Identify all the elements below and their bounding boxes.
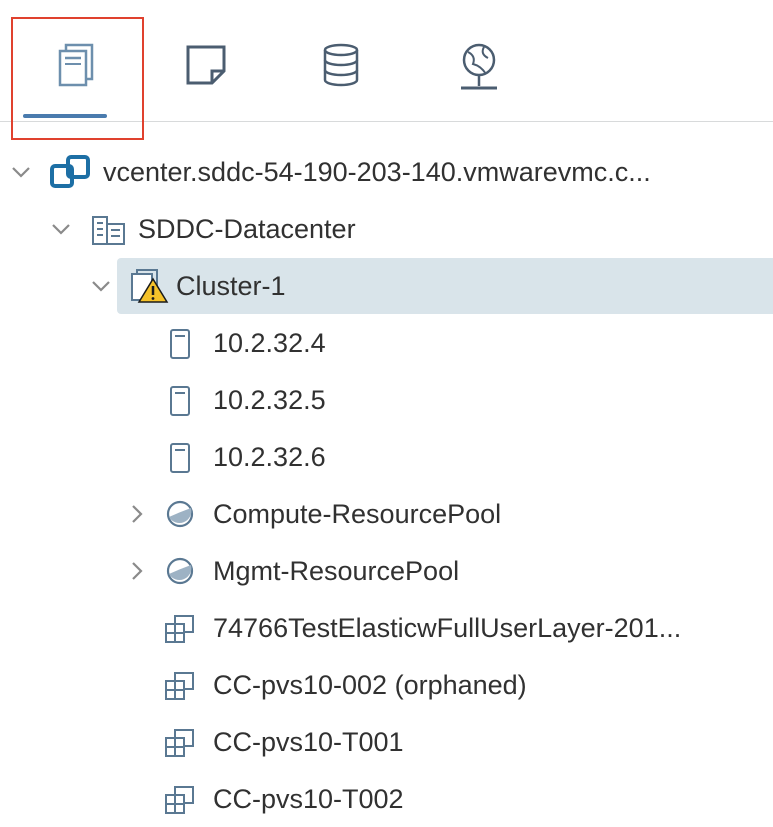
tree-node-datacenter[interactable]: SDDC-Datacenter (0, 201, 773, 257)
tree-node-resource-pool[interactable]: Mgmt-ResourcePool (0, 543, 773, 599)
vm-icon (165, 729, 194, 757)
vcenter-icon (50, 155, 90, 188)
tree-node-vm[interactable]: CC-pvs10-002 (orphaned) (0, 657, 773, 713)
tree-node-vm[interactable]: CC-pvs10-T001 (0, 714, 773, 770)
hosts-clusters-icon (58, 43, 94, 87)
tree-node-label: CC-pvs10-T002 (213, 784, 404, 814)
tree-node-vm[interactable]: CC-pvs10-T002 (0, 771, 773, 827)
tree-node-label: 10.2.32.4 (213, 328, 326, 358)
tree-node-resource-pool[interactable]: Compute-ResourcePool (0, 486, 773, 542)
tree-node-label: 74766TestElasticwFullUserLayer-201... (213, 613, 682, 643)
vm-icon (165, 615, 194, 643)
tree-node-label: Cluster-1 (176, 271, 286, 301)
chevron-down-icon[interactable] (90, 258, 112, 314)
vm-template-icon (186, 45, 226, 85)
tab-vms-and-templates[interactable] (141, 18, 271, 122)
tab-bar-divider (0, 121, 773, 122)
host-icon (170, 386, 190, 416)
tree-node-label: SDDC-Datacenter (138, 214, 356, 244)
tree-node-label: CC-pvs10-T001 (213, 727, 404, 757)
tree-node-host[interactable]: 10.2.32.6 (0, 429, 773, 485)
tree-node-label: Compute-ResourcePool (213, 499, 502, 529)
chevron-down-icon[interactable] (10, 144, 32, 200)
chevron-down-icon[interactable] (50, 201, 72, 257)
vm-icon (165, 786, 194, 814)
cluster-warning-icon (131, 269, 169, 303)
host-icon (170, 443, 190, 473)
tab-networking[interactable] (414, 18, 544, 122)
active-tab-indicator (23, 114, 107, 118)
tree-node-vcenter[interactable]: vcenter.sddc-54-190-203-140.vmwarevmc.c.… (0, 144, 773, 200)
chevron-right-icon[interactable] (126, 486, 148, 542)
tree-node-label: vcenter.sddc-54-190-203-140.vmwarevmc.c.… (103, 157, 651, 187)
tree-node-label: CC-pvs10-002 (orphaned) (213, 670, 527, 700)
tree-node-label: 10.2.32.5 (213, 385, 326, 415)
resource-pool-icon (166, 500, 194, 528)
tab-hosts-and-clusters[interactable] (11, 18, 141, 122)
chevron-right-icon[interactable] (126, 543, 148, 599)
tree-node-vm[interactable]: 74766TestElasticwFullUserLayer-201... (0, 600, 773, 656)
vm-icon (165, 672, 194, 700)
resource-pool-icon (166, 557, 194, 585)
tree-node-label: Mgmt-ResourcePool (213, 556, 460, 586)
navigator-tab-bar (0, 0, 773, 122)
storage-icon (323, 43, 359, 87)
tree-node-host[interactable]: 10.2.32.5 (0, 372, 773, 428)
tab-storage[interactable] (276, 18, 406, 122)
tree-node-host[interactable]: 10.2.32.4 (0, 315, 773, 371)
network-icon (461, 43, 497, 90)
datacenter-icon (92, 216, 125, 245)
host-icon (170, 329, 190, 359)
tree-node-cluster[interactable]: Cluster-1 (92, 258, 773, 314)
tree-node-label: 10.2.32.6 (213, 442, 326, 472)
